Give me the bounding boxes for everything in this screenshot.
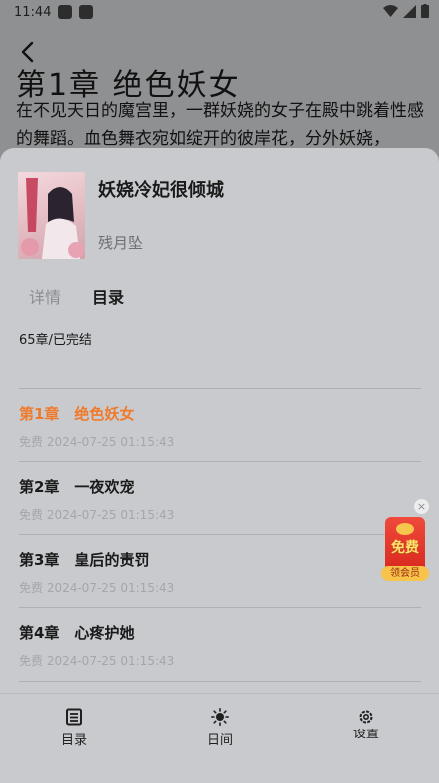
sun-icon [211, 708, 229, 726]
nav-settings-label: 设置 [352, 729, 379, 739]
system-status-icons [383, 4, 429, 18]
tab-details[interactable]: 详情 [29, 284, 61, 308]
book-author: 残月坠 [98, 234, 144, 252]
chapter-meta: 免费 2024-07-25 01:15:43 [19, 581, 175, 595]
notification-app-icon [79, 5, 93, 19]
chapter-list-item[interactable]: 第2章 一夜欢宠 免费 2024-07-25 01:15:43 [19, 462, 421, 534]
reader-paragraph: 在不见天日的魔宫里，一群妖娆的女子在殿中跳着性感的舞蹈。血色舞衣宛如绽开的彼岸花… [16, 101, 424, 149]
notification-app-icon [58, 5, 72, 19]
chapter-count: 65章/已完结 [19, 333, 92, 348]
tab-toc[interactable]: 目录 [92, 284, 124, 308]
promo-label: 免费 [391, 540, 419, 556]
toc-bottom-sheet: 妖娆冷妃很倾城 残月坠 详情 目录 65章/已完结 第1章 绝色妖女 免费 20… [0, 148, 439, 782]
wifi-icon [383, 5, 398, 17]
chapter-title: 第4章 心疼护她 [19, 624, 135, 642]
promo-cta: 领会员 [381, 566, 429, 581]
nav-daynight-label: 日间 [206, 733, 233, 748]
coin-icon [396, 523, 414, 535]
status-bar: 11:44 [0, 0, 439, 26]
bottom-nav: 目录 日间 设置 [0, 693, 439, 783]
chapter-list-item[interactable]: 第1章 绝色妖女 免费 2024-07-25 01:15:43 [19, 389, 421, 461]
nav-daynight-button[interactable]: 日间 [190, 708, 250, 748]
chapter-title: 第1章 绝色妖女 [19, 405, 135, 423]
free-membership-promo[interactable]: 免费 领会员 [381, 517, 429, 583]
chapter-meta: 免费 2024-07-25 01:15:43 [19, 508, 175, 522]
book-title: 妖娆冷妃很倾城 [98, 180, 224, 201]
status-time: 11:44 [14, 5, 52, 20]
chapter-meta: 免费 2024-07-25 01:15:43 [19, 435, 175, 449]
nav-toc-button[interactable]: 目录 [44, 708, 104, 748]
promo-close-button[interactable]: × [414, 499, 429, 514]
gear-icon [359, 710, 373, 724]
nav-settings-button[interactable]: 设置 [336, 708, 396, 739]
divider [19, 681, 421, 682]
chapter-title: 第2章 一夜欢宠 [19, 478, 135, 496]
nav-toc-label: 目录 [60, 733, 87, 748]
book-cover [18, 172, 85, 259]
chapter-list-item[interactable]: 第3章 皇后的责罚 免费 2024-07-25 01:15:43 [19, 535, 421, 607]
list-icon [66, 708, 82, 726]
book-cover-art [21, 178, 84, 259]
chapter-title: 第3章 皇后的责罚 [19, 551, 150, 569]
chapter-list-item[interactable]: 第4章 心疼护她 免费 2024-07-25 01:15:43 [19, 608, 421, 680]
chapter-meta: 免费 2024-07-25 01:15:43 [19, 654, 175, 668]
battery-icon [421, 4, 429, 18]
signal-icon [403, 4, 416, 18]
